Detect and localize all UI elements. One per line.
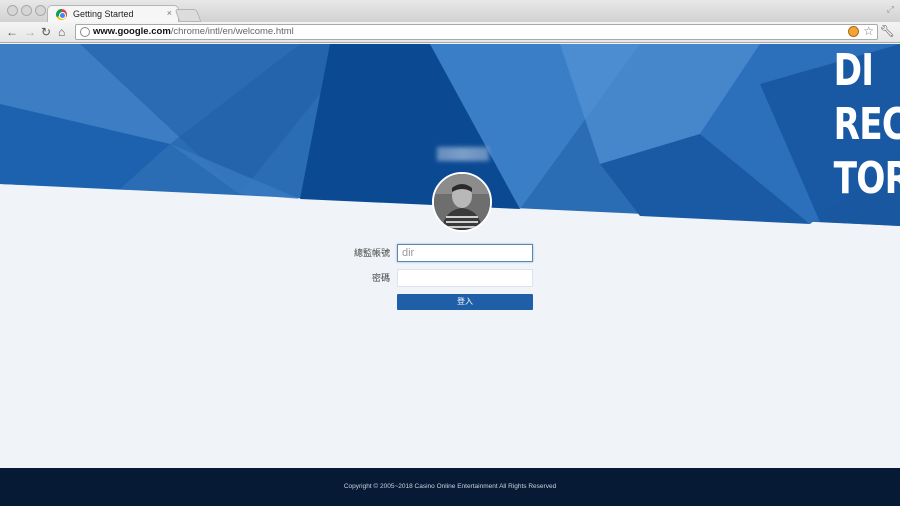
blurred-username <box>437 147 489 161</box>
copyright-text: Copyright © 2005~2018 Casino Online Ente… <box>343 483 557 490</box>
zoom-window-button[interactable] <box>35 5 46 16</box>
password-input[interactable] <box>397 269 533 287</box>
bookmark-star-icon[interactable]: ☆ <box>863 24 874 38</box>
tab-title: Getting Started <box>73 9 134 19</box>
page-content: DI REC TOR 總監帳號 dir 密碼 登入 Copyright © 20… <box>0 44 900 506</box>
browser-tab[interactable]: Getting Started × <box>47 5 179 23</box>
reload-icon[interactable]: ↻ <box>41 24 51 40</box>
new-tab-button[interactable] <box>174 9 202 22</box>
close-window-button[interactable] <box>7 5 18 16</box>
extension-icon[interactable] <box>848 26 859 37</box>
browser-toolbar: ← → ↻ ⌂ www.google.com/chrome/intl/en/we… <box>0 22 900 43</box>
hero-title: DI REC TOR <box>833 45 900 204</box>
home-icon[interactable]: ⌂ <box>58 24 65 40</box>
url-text: www.google.com/chrome/intl/en/welcome.ht… <box>93 26 294 37</box>
address-bar[interactable]: www.google.com/chrome/intl/en/welcome.ht… <box>75 24 878 40</box>
username-label: 總監帳號 <box>353 248 390 258</box>
tab-close-icon[interactable]: × <box>167 8 172 18</box>
user-avatar <box>432 172 492 232</box>
footer: Copyright © 2005~2018 Casino Online Ente… <box>0 468 900 506</box>
wrench-menu-icon[interactable]: 🔧︎ <box>880 24 895 38</box>
forward-arrow-icon[interactable]: → <box>24 24 36 40</box>
chrome-favicon-icon <box>56 9 67 20</box>
minimize-window-button[interactable] <box>21 5 32 16</box>
back-arrow-icon[interactable]: ← <box>6 24 18 40</box>
page-icon <box>80 27 90 37</box>
login-button[interactable]: 登入 <box>397 294 533 310</box>
fullscreen-icon[interactable]: ⤢ <box>887 4 894 15</box>
password-label: 密碼 <box>371 273 390 283</box>
username-input[interactable]: dir <box>397 244 533 262</box>
browser-titlebar: Getting Started × ⤢ <box>0 0 900 23</box>
